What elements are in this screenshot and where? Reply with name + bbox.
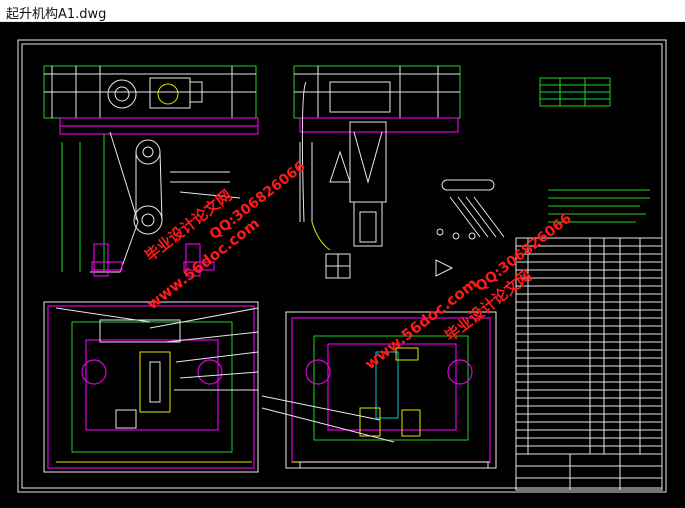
hoist-side-view: [293, 65, 461, 279]
parts-list-table: [515, 237, 663, 491]
cad-drawing: www.56doc.com 毕业设计论文网 QQ:306826066 www.5…: [17, 39, 667, 493]
chain-detail: [436, 179, 505, 240]
drawing-canvas[interactable]: www.56doc.com 毕业设计论文网 QQ:306826066 www.5…: [0, 22, 685, 508]
title-block: [515, 453, 663, 491]
title-bar: 起升机构A1.dwg: [0, 0, 685, 22]
technical-notes-table: [539, 77, 650, 223]
leader-lines: [55, 307, 395, 443]
document-title: 起升机构A1.dwg: [6, 7, 107, 22]
watermark-site-1: www.56doc.com: [143, 214, 263, 313]
